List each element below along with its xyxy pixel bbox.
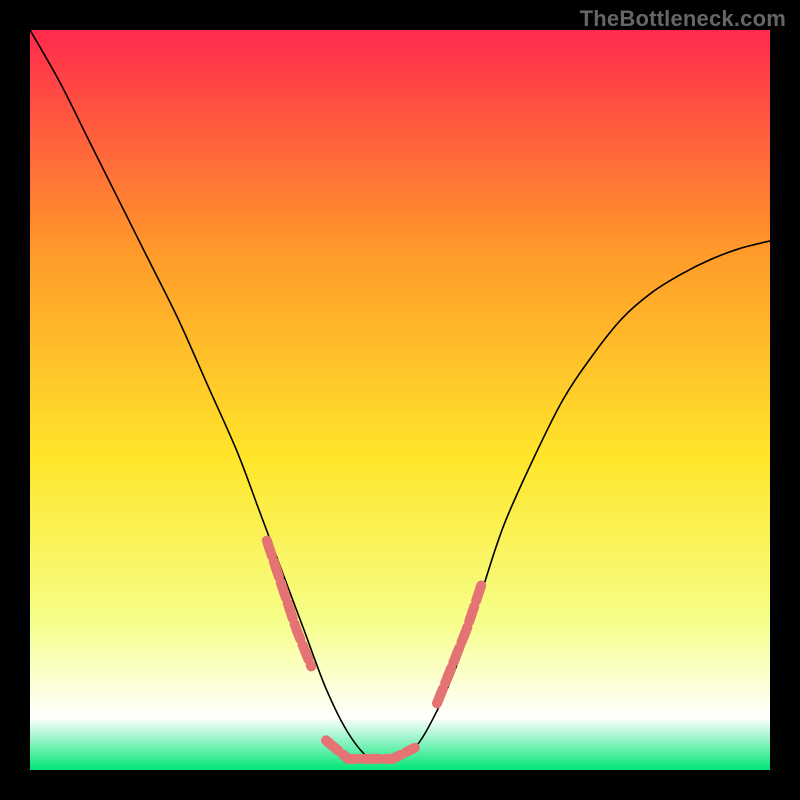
chart-plot xyxy=(30,30,770,770)
watermark-text: TheBottleneck.com xyxy=(580,6,786,32)
chart-background xyxy=(30,30,770,770)
chart-frame: TheBottleneck.com xyxy=(0,0,800,800)
chart-svg xyxy=(30,30,770,770)
